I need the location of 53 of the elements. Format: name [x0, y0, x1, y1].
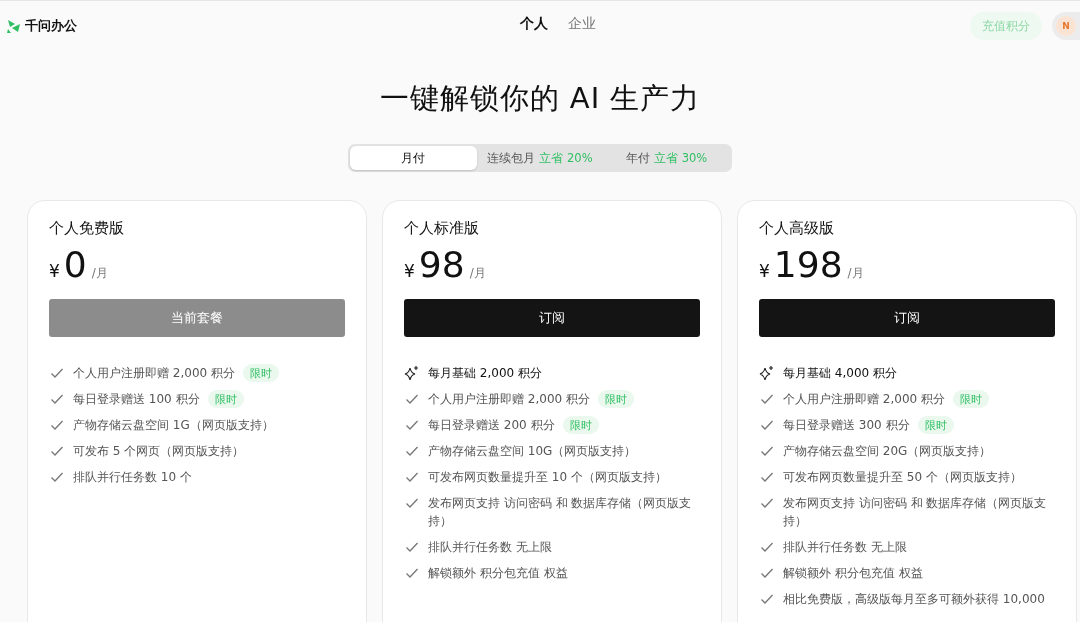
sparkle-icon [404, 365, 420, 381]
feature-text: 排队并行任务数 无上限 [783, 539, 907, 556]
limited-badge: 限时 [917, 416, 954, 434]
subscribe-button[interactable]: 订阅 [759, 299, 1055, 337]
plan-name: 个人免费版 [49, 219, 125, 238]
page-headline: 一键解锁你的 AI 生产力 [378, 80, 702, 117]
feature-text: 每日登录赠送 100 积分 [73, 391, 200, 408]
limited-badge: 限时 [243, 364, 279, 382]
nav-tab[interactable]: 个人 [520, 15, 548, 33]
feature-text: 每日登录赠送 200 积分 [428, 417, 555, 434]
feature-text: 可发布网页数量提升至 50 个（网页版支持） [783, 469, 1022, 486]
price-unit: /月 [847, 265, 864, 282]
app-name: 千问办公 [25, 17, 77, 35]
price-unit: /月 [91, 265, 108, 282]
feature-text: 解锁额外 积分包充值 权益 [783, 565, 923, 582]
feature-text: 产物存储云盘空间 20G（网页版支持） [783, 443, 992, 460]
currency-symbol: ¥ [404, 261, 415, 281]
feature-text: 可发布 5 个网页（网页版支持） [73, 443, 245, 460]
plan-price: 0 [63, 244, 87, 285]
limited-badge: 限时 [953, 390, 989, 408]
plan-name: 个人高级版 [759, 219, 835, 238]
feature-text: 个人用户注册即赠 2,000 积分 [428, 391, 590, 408]
logo-icon [6, 18, 22, 34]
billing-tab[interactable]: 连续包月 立省 20% [476, 146, 604, 170]
limited-badge: 限时 [207, 390, 244, 408]
feature-text: 产物存储云盘空间 1G（网页版支持） [73, 417, 274, 434]
feature-text: 每日登录赠送 300 积分 [783, 417, 910, 434]
currency-symbol: ¥ [759, 261, 770, 281]
plan-price: 98 [418, 244, 465, 285]
billing-tab[interactable]: 月付 [350, 146, 477, 170]
feature-text: 每月基础 2,000 积分 [428, 365, 542, 382]
feature-text: 相比免费版，高级版每月至多可额外获得 10,000 [783, 591, 1045, 608]
feature-text: 个人用户注册即赠 2,000 积分 [783, 391, 945, 408]
feature-text: 个人用户注册即赠 2,000 积分 [73, 365, 235, 382]
current-plan-button[interactable]: 当前套餐 [49, 299, 345, 337]
price-unit: /月 [469, 265, 486, 282]
feature-text: 产物存储云盘空间 10G（网页版支持） [428, 443, 637, 460]
feature-text: 排队并行任务数 无上限 [428, 539, 552, 556]
limited-badge: 限时 [598, 390, 634, 408]
feature-text: 可发布网页数量提升至 10 个（网页版支持） [428, 469, 667, 486]
feature-text: 每月基础 4,000 积分 [783, 365, 897, 382]
sparkle-icon [759, 365, 775, 381]
subscribe-button[interactable]: 订阅 [404, 299, 700, 337]
plan-price: 198 [773, 244, 843, 285]
feature-text: 发布网页支持 访问密码 和 数据库存储（网页版支持） [428, 495, 693, 530]
nav-tab[interactable]: 企业 [568, 15, 596, 33]
feature-text: 排队并行任务数 10 个 [73, 469, 192, 486]
plan-name: 个人标准版 [404, 219, 480, 238]
feature-text: 发布网页支持 访问密码 和 数据库存储（网页版支持） [783, 495, 1048, 530]
currency-symbol: ¥ [49, 261, 60, 281]
limited-badge: 限时 [562, 416, 599, 434]
feature-text: 解锁额外 积分包充值 权益 [428, 565, 568, 582]
billing-tab[interactable]: 年付 立省 30% [603, 146, 730, 170]
